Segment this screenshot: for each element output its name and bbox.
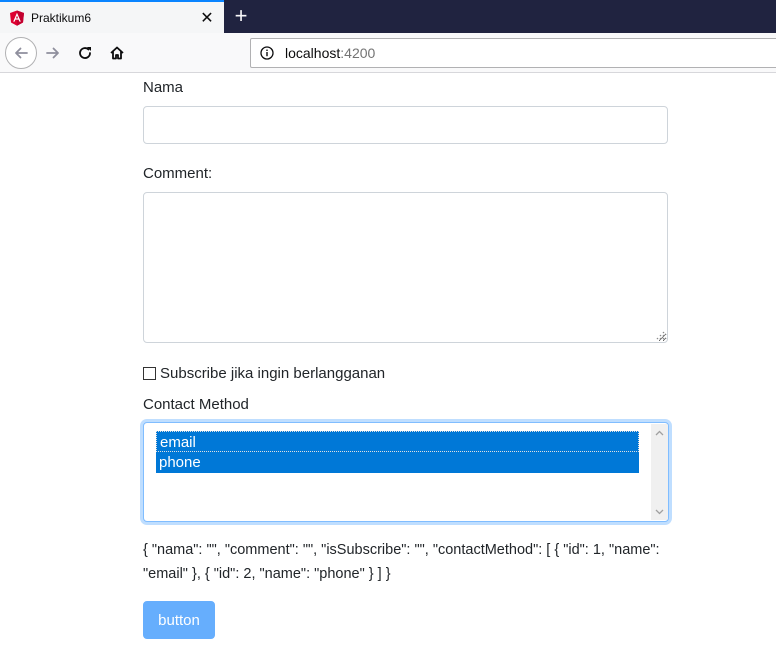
back-arrow-icon bbox=[15, 47, 28, 59]
browser-tab[interactable]: Praktikum6 ✕ bbox=[0, 0, 224, 33]
angular-logo-icon bbox=[10, 10, 24, 26]
navigation-bar: localhost:4200 bbox=[0, 33, 776, 73]
subscribe-label: Subscribe jika ingin berlangganan bbox=[160, 364, 386, 382]
home-button[interactable] bbox=[102, 38, 132, 68]
json-output: { "nama": "", "comment": "", "isSubscrib… bbox=[143, 542, 660, 582]
option-email[interactable]: email bbox=[156, 431, 639, 452]
subscribe-row: Subscribe jika ingin berlangganan bbox=[143, 364, 385, 382]
submit-button[interactable]: button bbox=[143, 601, 215, 639]
contact-method-label: Contact Method bbox=[143, 396, 249, 413]
contact-method-select[interactable]: email phone bbox=[143, 422, 669, 522]
contact-method-options: email phone bbox=[156, 431, 639, 473]
subscribe-checkbox[interactable] bbox=[143, 367, 156, 380]
home-icon bbox=[110, 46, 124, 60]
resize-grip-icon[interactable] bbox=[655, 330, 665, 340]
forward-arrow-icon bbox=[46, 47, 59, 59]
url-bar[interactable]: localhost:4200 bbox=[250, 38, 776, 68]
select-scrollbar[interactable] bbox=[651, 424, 668, 520]
url-port: :4200 bbox=[340, 45, 376, 61]
comment-label: Comment: bbox=[143, 165, 213, 182]
url-host: localhost bbox=[285, 45, 341, 61]
new-tab-icon[interactable]: + bbox=[230, 5, 252, 27]
forward-button[interactable] bbox=[38, 38, 68, 68]
nama-input[interactable] bbox=[143, 106, 668, 144]
tab-bar: Praktikum6 ✕ + bbox=[0, 0, 776, 33]
reload-button[interactable] bbox=[70, 38, 100, 68]
nama-label: Nama bbox=[143, 79, 184, 96]
url-text: localhost:4200 bbox=[285, 45, 375, 61]
option-phone[interactable]: phone bbox=[156, 452, 639, 473]
reload-icon bbox=[79, 47, 91, 59]
tab-title: Praktikum6 bbox=[31, 11, 92, 25]
info-icon[interactable] bbox=[260, 46, 274, 60]
back-button[interactable] bbox=[5, 37, 37, 69]
scroll-up-icon[interactable] bbox=[651, 424, 668, 441]
tab-close-icon[interactable]: ✕ bbox=[198, 9, 216, 27]
comment-textarea[interactable] bbox=[143, 192, 668, 343]
scroll-down-icon[interactable] bbox=[651, 503, 668, 520]
